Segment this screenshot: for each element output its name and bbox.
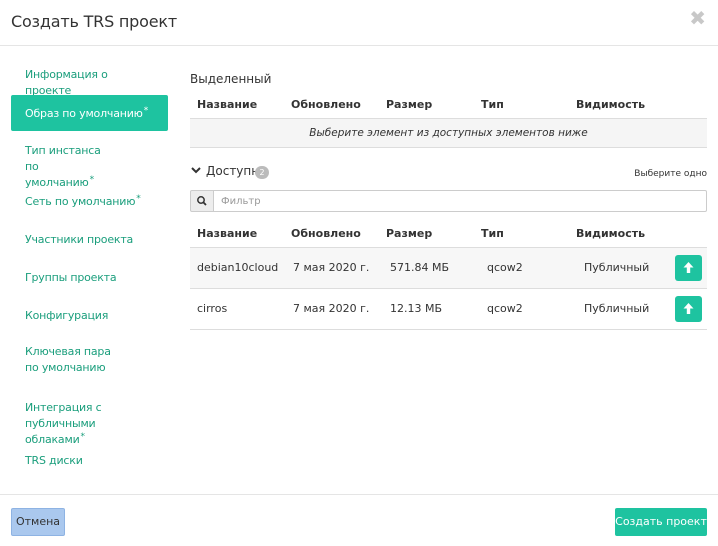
sidebar-item-members[interactable]: Участники проекта [11,225,168,263]
column-size: Размер [386,227,433,240]
select-image-button[interactable] [675,255,702,281]
sidebar-item-label: Участники проекта [25,233,134,246]
image-name: debian10cloud [197,261,279,274]
dialog-footer: Отмена Создать проект [0,494,718,546]
arrow-up-icon [683,303,694,314]
column-type: Тип [481,98,504,111]
image-visibility: Публичный [584,261,650,274]
select-image-button[interactable] [675,296,702,322]
sidebar-item-label: Ключевая пара по умолчанию [25,345,111,374]
create-project-button[interactable]: Создать проект [615,508,707,536]
required-mark: * [143,106,149,116]
image-updated: 7 мая 2020 г. [293,302,370,315]
arrow-up-icon [683,262,694,273]
image-size: 571.84 МБ [390,261,450,274]
filter-input[interactable] [214,190,707,212]
create-project-dialog: Создать TRS проект ✖ Информация о проект… [0,0,718,546]
column-visibility: Видимость [576,227,646,240]
table-row: debian10cloud 7 мая 2020 г. 571.84 МБ qc… [190,248,707,289]
image-type: qcow2 [487,302,523,315]
wizard-sidebar: Информация о проекте Образ по умолчанию*… [11,58,169,477]
sidebar-item-network[interactable]: Сеть по умолчанию* [11,187,168,225]
available-table-header: Название Обновлено Размер Тип Видимость [190,221,707,247]
image-size: 12.13 МБ [390,302,443,315]
column-visibility: Видимость [576,98,646,111]
image-updated: 7 мая 2020 г. [293,261,370,274]
dialog-title: Создать TRS проект [11,12,177,31]
sidebar-item-configuration[interactable]: Конфигурация [11,301,168,335]
image-name: cirros [197,302,228,315]
close-icon[interactable]: ✖ [689,8,706,28]
sidebar-item-label: Интеграция с публичными облаками [25,401,102,446]
column-updated: Обновлено [291,98,361,111]
sidebar-item-label: TRS диски [25,454,83,467]
sidebar-item-groups[interactable]: Группы проекта [11,263,168,301]
sidebar-item-label: Образ по умолчанию [25,107,143,120]
sidebar-item-default-image[interactable]: Образ по умолчанию* [11,95,168,131]
dialog-header: Создать TRS проект ✖ [0,0,718,46]
sidebar-item-label: Информация о проекте [25,68,108,97]
selected-label: Выделенный [190,72,272,86]
search-icon[interactable] [190,190,214,212]
image-visibility: Публичный [584,302,650,315]
available-section-header[interactable]: Доступно 2 Выберите одно [190,164,707,184]
table-row: cirros 7 мая 2020 г. 12.13 МБ qcow2 Публ… [190,289,707,330]
select-one-hint: Выберите одно [634,169,707,179]
required-mark: * [136,194,141,204]
sidebar-item-label: Конфигурация [25,309,109,322]
sidebar-item-label: Сеть по умолчанию [25,195,136,208]
wizard-content: Выделенный Название Обновлено Размер Тип… [190,60,707,330]
sidebar-item-label: Группы проекта [25,271,117,284]
column-name: Название [197,227,258,240]
chevron-down-icon[interactable] [191,165,201,178]
empty-selection-message: Выберите элемент из доступных элементов … [190,119,707,148]
sidebar-item-keypair[interactable]: Ключевая пара по умолчанию [11,335,131,391]
image-type: qcow2 [487,261,523,274]
available-count-badge: 2 [255,166,269,179]
column-type: Тип [481,227,504,240]
filter-bar [190,190,707,212]
column-size: Размер [386,98,433,111]
sidebar-item-instance-type[interactable]: Тип инстанса по умолчанию* [11,131,123,189]
sidebar-item-project-info[interactable]: Информация о проекте [11,58,168,97]
column-name: Название [197,98,258,111]
required-mark: * [80,432,86,442]
required-mark: * [89,175,95,185]
selected-table-header: Название Обновлено Размер Тип Видимость [190,92,707,118]
sidebar-item-trs-disks[interactable]: TRS диски [11,447,168,477]
column-updated: Обновлено [291,227,361,240]
sidebar-item-public-clouds[interactable]: Интеграция с публичными облаками* [11,391,161,447]
cancel-button[interactable]: Отмена [11,508,65,536]
